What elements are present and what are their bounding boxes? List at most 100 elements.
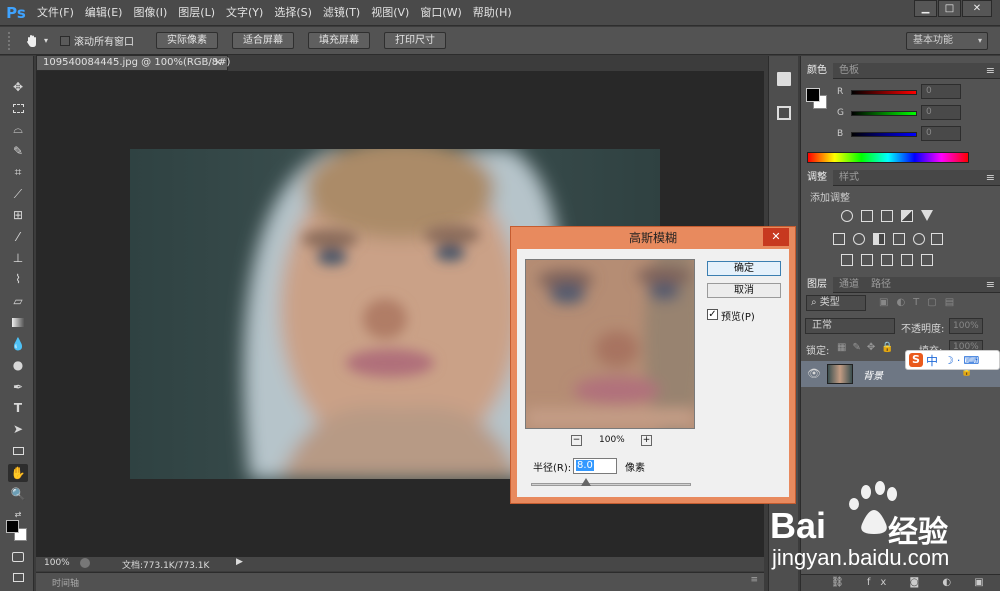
tab-styles[interactable]: 样式 [833, 170, 865, 186]
black-white-icon[interactable] [873, 233, 885, 245]
opacity-input[interactable]: 100% [949, 318, 983, 334]
blur-tool-icon[interactable]: 💧 [8, 335, 28, 353]
color-lookup-icon[interactable] [931, 233, 943, 245]
stamp-tool-icon[interactable]: ⊥ [8, 249, 28, 267]
gradient-tool-icon[interactable] [8, 313, 28, 331]
red-slider[interactable]: R 0 [837, 84, 961, 99]
maximize-button[interactable]: □ [938, 0, 961, 17]
move-tool-icon[interactable]: ✥ [8, 78, 28, 96]
healing-tool-icon[interactable]: ⊞ [8, 206, 28, 224]
channel-mixer-icon[interactable] [913, 233, 925, 245]
zoom-tool-icon[interactable]: 🔍 [8, 485, 28, 503]
radius-slider-track[interactable] [531, 483, 691, 486]
quick-mask-icon[interactable] [8, 548, 28, 566]
history-panel-icon[interactable] [777, 72, 791, 86]
posterize-icon[interactable] [861, 254, 873, 266]
hue-saturation-icon[interactable] [833, 233, 845, 245]
blur-preview[interactable] [525, 259, 695, 429]
gradient-map-icon[interactable] [901, 254, 913, 266]
lasso-tool-icon[interactable]: ⌓ [8, 120, 28, 138]
vibrance-icon[interactable] [921, 210, 933, 221]
tab-adjustments[interactable]: 调整 [801, 169, 833, 186]
tab-color[interactable]: 颜色 [801, 62, 833, 79]
path-select-tool-icon[interactable]: ➤ [8, 420, 28, 438]
lock-icons[interactable]: ▦✎✥🔒 [837, 342, 900, 353]
menu-image[interactable]: 图像(I) [128, 0, 172, 26]
timeline-label[interactable]: 时间轴 [52, 576, 79, 589]
green-track[interactable] [851, 111, 917, 116]
ok-button[interactable]: 确定 [707, 261, 781, 276]
document-tab[interactable]: 109540084445.jpg @ 100%(RGB/8#) × [36, 55, 230, 71]
layer-kind-filter[interactable]: ⌕ 类型 [806, 295, 866, 311]
visibility-eye-icon[interactable]: 👁 [807, 367, 821, 380]
shape-tool-icon[interactable] [8, 442, 28, 460]
dialog-close-button[interactable]: ✕ [763, 228, 789, 246]
crop-tool-icon[interactable]: ⌗ [8, 163, 28, 181]
marquee-tool-icon[interactable] [8, 99, 28, 117]
layer-filter-icons[interactable]: ▣◐T▢▤ [879, 297, 962, 308]
panel-menu-icon[interactable]: ≡ [986, 278, 995, 291]
close-tab-icon[interactable]: × [214, 56, 222, 70]
radius-input[interactable]: 8.0 [573, 458, 617, 474]
menu-help[interactable]: 帮助(H) [468, 0, 517, 26]
green-value[interactable]: 0 [921, 105, 961, 120]
curves-icon[interactable] [881, 210, 893, 222]
ime-toolbar[interactable]: S 中 ☽·⌨ [905, 350, 1000, 370]
fit-screen-button[interactable]: 适合屏幕 [232, 32, 295, 49]
zoom-level[interactable]: 100% [44, 558, 70, 568]
close-button[interactable]: ✕ [962, 0, 992, 17]
menu-select[interactable]: 选择(S) [269, 0, 317, 26]
hand-icon[interactable] [24, 33, 40, 49]
type-tool-icon[interactable]: T [8, 399, 28, 417]
eyedropper-tool-icon[interactable]: ⟋ [8, 185, 28, 203]
preview-checkbox[interactable]: ✓ [707, 309, 718, 320]
color-spectrum[interactable] [807, 152, 969, 163]
panel-menu-icon[interactable]: ≡ [986, 64, 995, 77]
tab-layers[interactable]: 图层 [801, 276, 833, 293]
tab-channels[interactable]: 通道 [833, 277, 865, 293]
eraser-tool-icon[interactable]: ▱ [8, 292, 28, 310]
pen-tool-icon[interactable]: ✒ [8, 378, 28, 396]
workspace-select[interactable]: 基本功能 ▾ [906, 32, 988, 50]
zoom-in-button[interactable]: + [641, 435, 652, 446]
layer-name[interactable]: 背景 [863, 367, 883, 382]
zoom-out-button[interactable]: − [571, 435, 582, 446]
dodge-tool-icon[interactable]: ● [8, 356, 28, 374]
invert-icon[interactable] [841, 254, 853, 266]
quick-select-tool-icon[interactable]: ✎ [8, 142, 28, 160]
chevron-down-icon[interactable]: ▾ [44, 36, 48, 45]
menu-file[interactable]: 文件(F) [32, 0, 79, 26]
print-size-button[interactable]: 打印尺寸 [384, 32, 447, 49]
cancel-button[interactable]: 取消 [707, 283, 781, 298]
grip-handle[interactable] [8, 31, 16, 50]
foreground-color-swatch[interactable] [806, 88, 820, 102]
green-slider[interactable]: G 0 [837, 105, 961, 120]
color-balance-icon[interactable] [853, 233, 865, 245]
ime-icons[interactable]: ☽·⌨ [944, 354, 982, 367]
menu-edit[interactable]: 编辑(E) [80, 0, 128, 26]
minimize-button[interactable]: ▁ [914, 0, 937, 17]
blue-slider[interactable]: B 0 [837, 126, 961, 141]
status-icon[interactable] [80, 558, 90, 568]
properties-panel-icon[interactable] [777, 106, 791, 120]
blend-mode-select[interactable]: 正常 [805, 318, 895, 334]
threshold-icon[interactable] [881, 254, 893, 266]
tab-swatches[interactable]: 色板 [833, 63, 865, 79]
menu-view[interactable]: 视图(V) [366, 0, 414, 26]
red-value[interactable]: 0 [921, 84, 961, 99]
menu-filter[interactable]: 滤镜(T) [318, 0, 365, 26]
scroll-all-checkbox[interactable] [60, 35, 71, 46]
fill-screen-button[interactable]: 填充屏幕 [308, 32, 371, 49]
radius-slider-thumb[interactable] [581, 478, 591, 486]
foreground-color-swatch[interactable] [6, 520, 19, 533]
menu-window[interactable]: 窗口(W) [415, 0, 466, 26]
blue-track[interactable] [851, 132, 917, 137]
play-arrow-icon[interactable]: ▶ [236, 557, 243, 567]
brightness-icon[interactable] [841, 210, 853, 222]
selective-color-icon[interactable] [921, 254, 933, 266]
screen-mode-icon[interactable] [8, 568, 28, 586]
tab-paths[interactable]: 路径 [865, 277, 897, 293]
exposure-icon[interactable] [901, 210, 913, 222]
hand-tool-icon[interactable]: ✋ [8, 464, 28, 482]
panel-menu-icon[interactable]: ≡ [986, 171, 995, 184]
